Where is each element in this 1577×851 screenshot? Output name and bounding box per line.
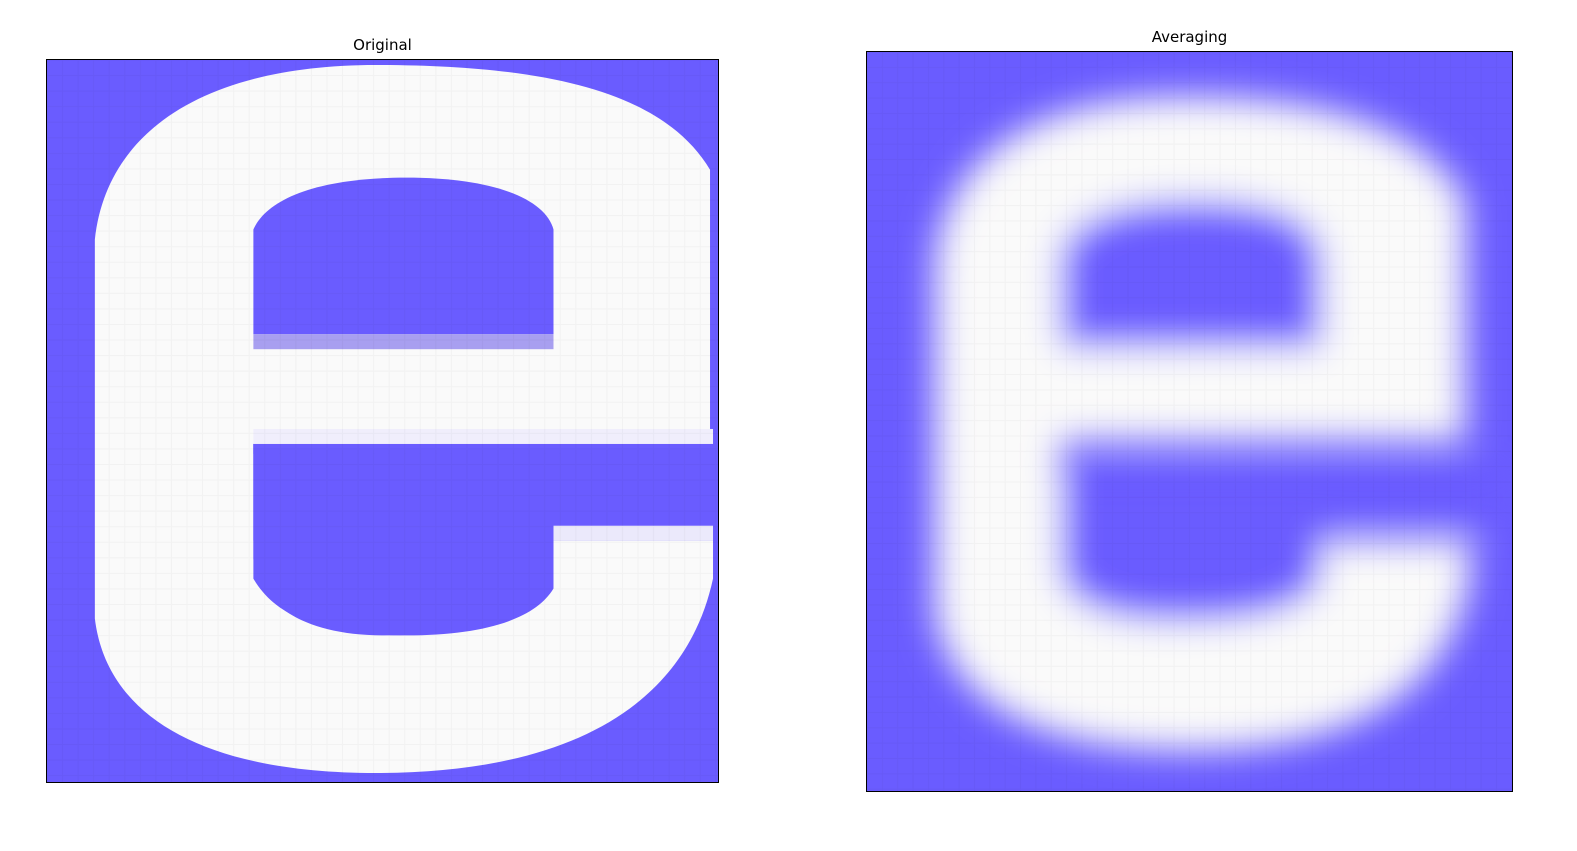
original-title: Original [353, 36, 412, 54]
original-image [46, 59, 719, 783]
averaging-image [866, 51, 1513, 792]
original-panel: Original [46, 36, 719, 783]
averaging-panel: Averaging [866, 28, 1513, 792]
averaging-title: Averaging [1151, 28, 1228, 46]
original-letter-e [47, 60, 718, 782]
averaging-letter-e [867, 52, 1512, 791]
